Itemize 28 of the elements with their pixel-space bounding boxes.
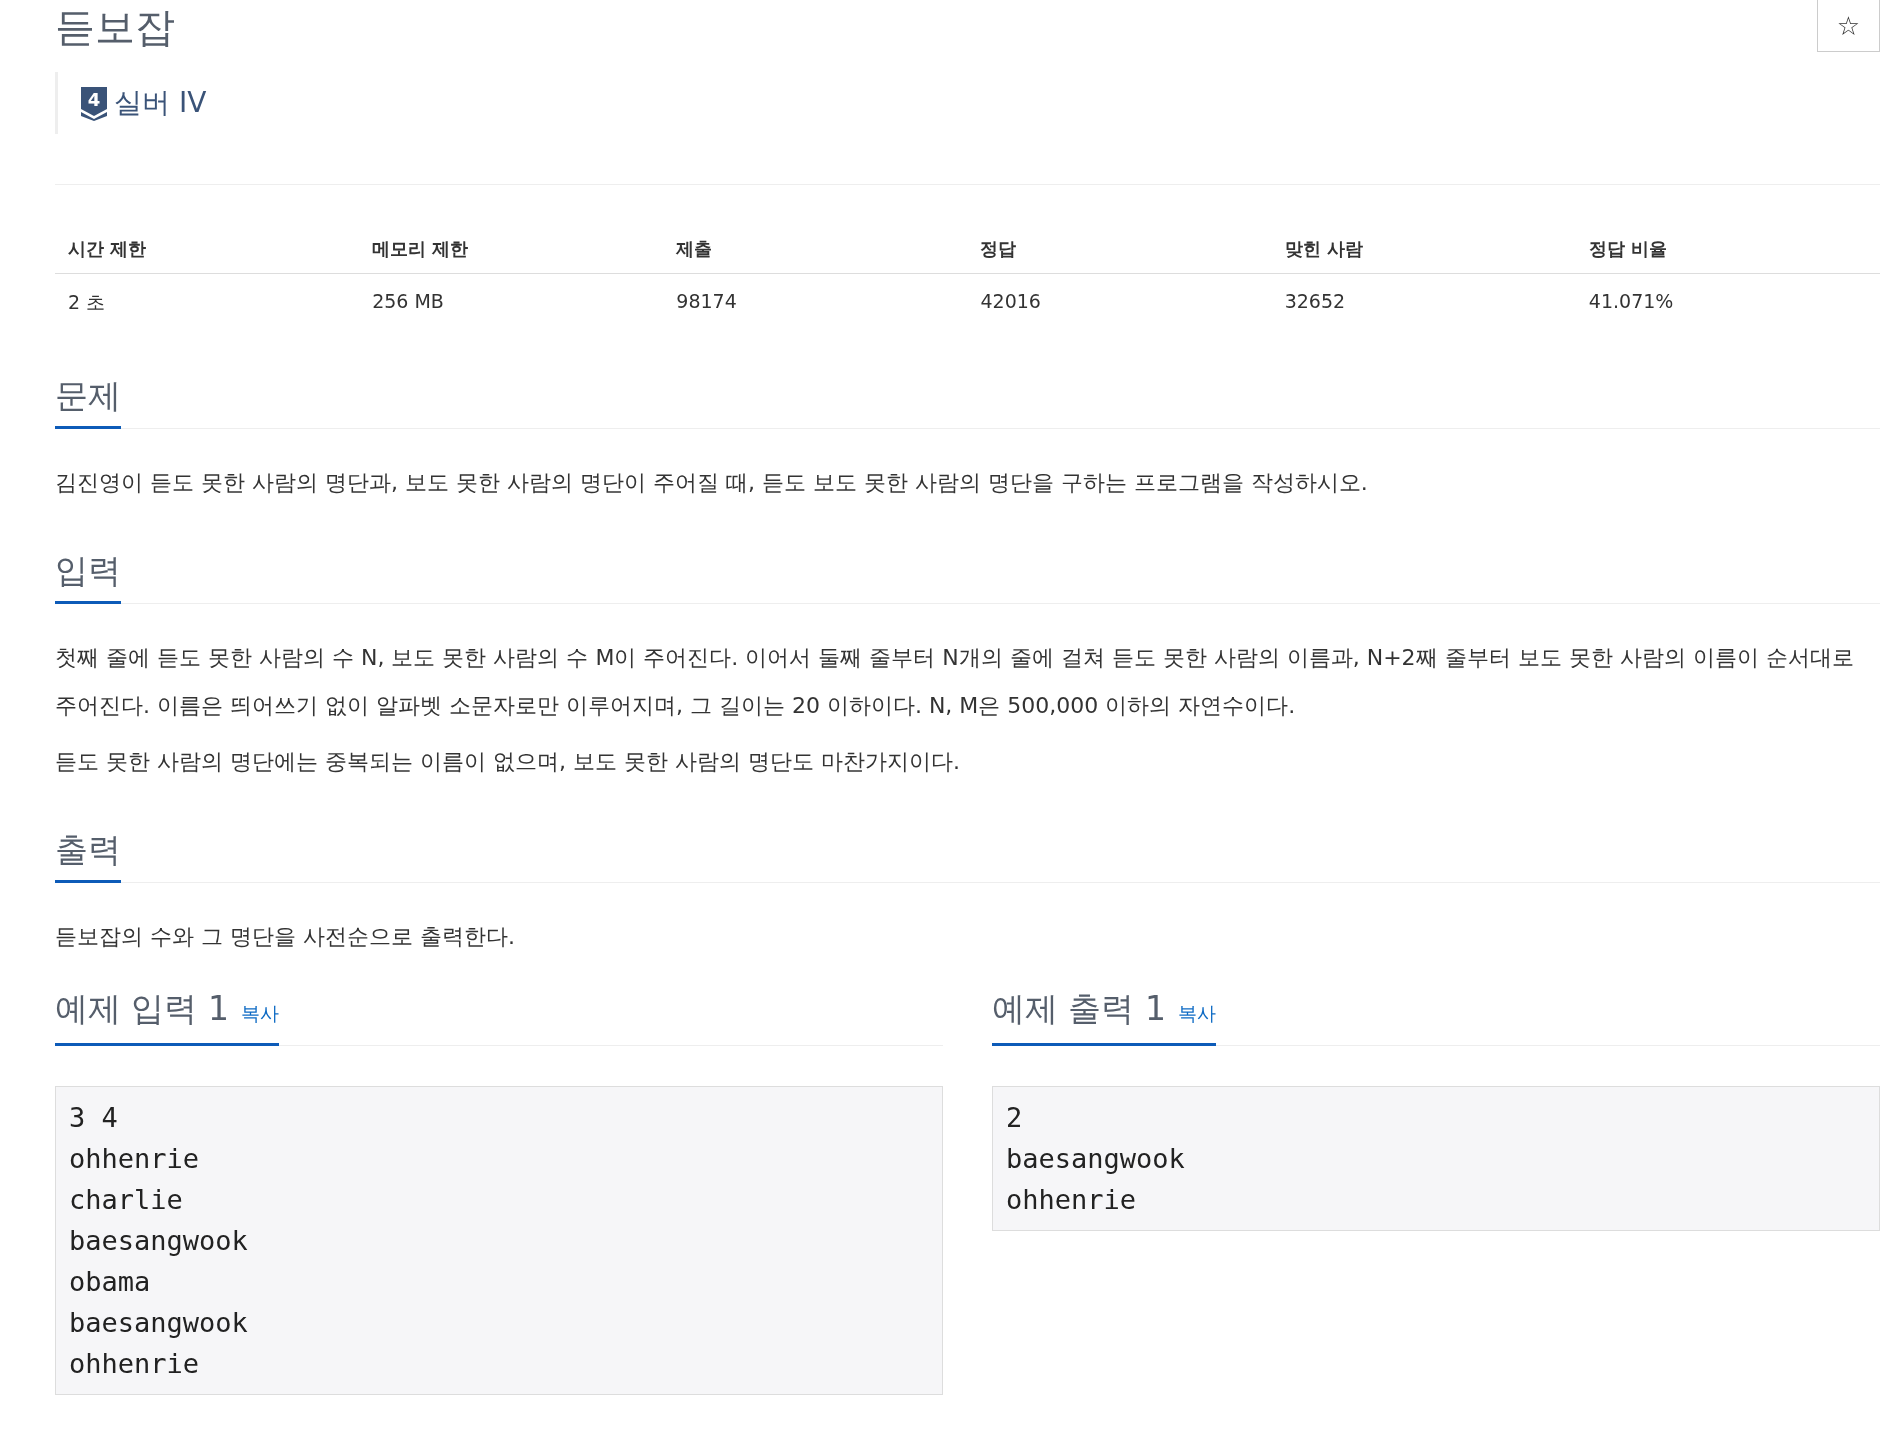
table-header: 제출 — [663, 225, 968, 274]
table-cell-text: 256 MB — [371, 289, 445, 314]
table-cell-text: 98174 — [675, 289, 738, 314]
tier-label[interactable]: 실버 IV — [114, 84, 207, 122]
section-paragraph: 듣보잡의 수와 그 명단을 사전순으로 출력한다. — [55, 923, 516, 951]
section-paragraph: 김진영이 듣도 못한 사람의 명단과, 보도 못한 사람의 명단이 주어질 때, 듣도 보도 못한 사람의 명단을 구하는 프로그램을 작성하시오. — [55, 469, 1369, 497]
section-heading: 출력 — [55, 830, 121, 883]
copy-link[interactable]: 복사 — [241, 993, 279, 1033]
table-header: 시간 제한 — [55, 225, 360, 274]
table-cell-text: 41.071% — [1587, 289, 1675, 314]
sample-title: 예제 입력 1 — [55, 989, 229, 1029]
section-heading: 문제 — [55, 376, 121, 429]
table-header: 정답 비율 — [1575, 225, 1880, 274]
section-paragraph: 듣도 못한 사람의 명단에는 중복되는 이름이 없으며, 보도 못한 사람의 명단도 마찬가지이다. — [55, 748, 961, 776]
sample-code-block: 3 4 ohhenrie charlie baesangwook obama baesangwook ohhenrie — [55, 1086, 943, 1395]
table-cell-text: 2 초 — [67, 290, 107, 315]
table-cell-text: 42016 — [979, 289, 1042, 314]
section-paragraph: 첫째 줄에 듣도 못한 사람의 수 N, 보도 못한 사람의 수 M이 주어진다. 이어서 둘째 줄부터 N개의 줄에 걸쳐 듣도 못한 사람의 이름과, N+2째 줄부터 보도 못한 사람의 이름이 순서대로 주어진다. 이름은 띄어쓰기 없이 알파벳 소문자로만 이루어지며, 그 길이는 20 이하이다. N, M은 500,000 이하의 자연수이다. — [55, 644, 1855, 720]
problem-title: 듣보잡 — [55, 3, 175, 52]
table-header: 맞힌 사람 — [1271, 225, 1576, 274]
sample-title: 예제 출력 1 — [992, 989, 1166, 1029]
favorite-star-button[interactable]: ☆ — [1817, 0, 1880, 52]
table-header: 정답 — [967, 225, 1272, 274]
copy-link[interactable]: 복사 — [1178, 993, 1216, 1033]
table-cell-text: 32652 — [1283, 289, 1347, 314]
table-header: 메모리 제한 — [359, 225, 664, 274]
sample-code-block: 2 baesangwook ohhenrie — [992, 1086, 1880, 1231]
section-heading: 입력 — [55, 551, 121, 604]
